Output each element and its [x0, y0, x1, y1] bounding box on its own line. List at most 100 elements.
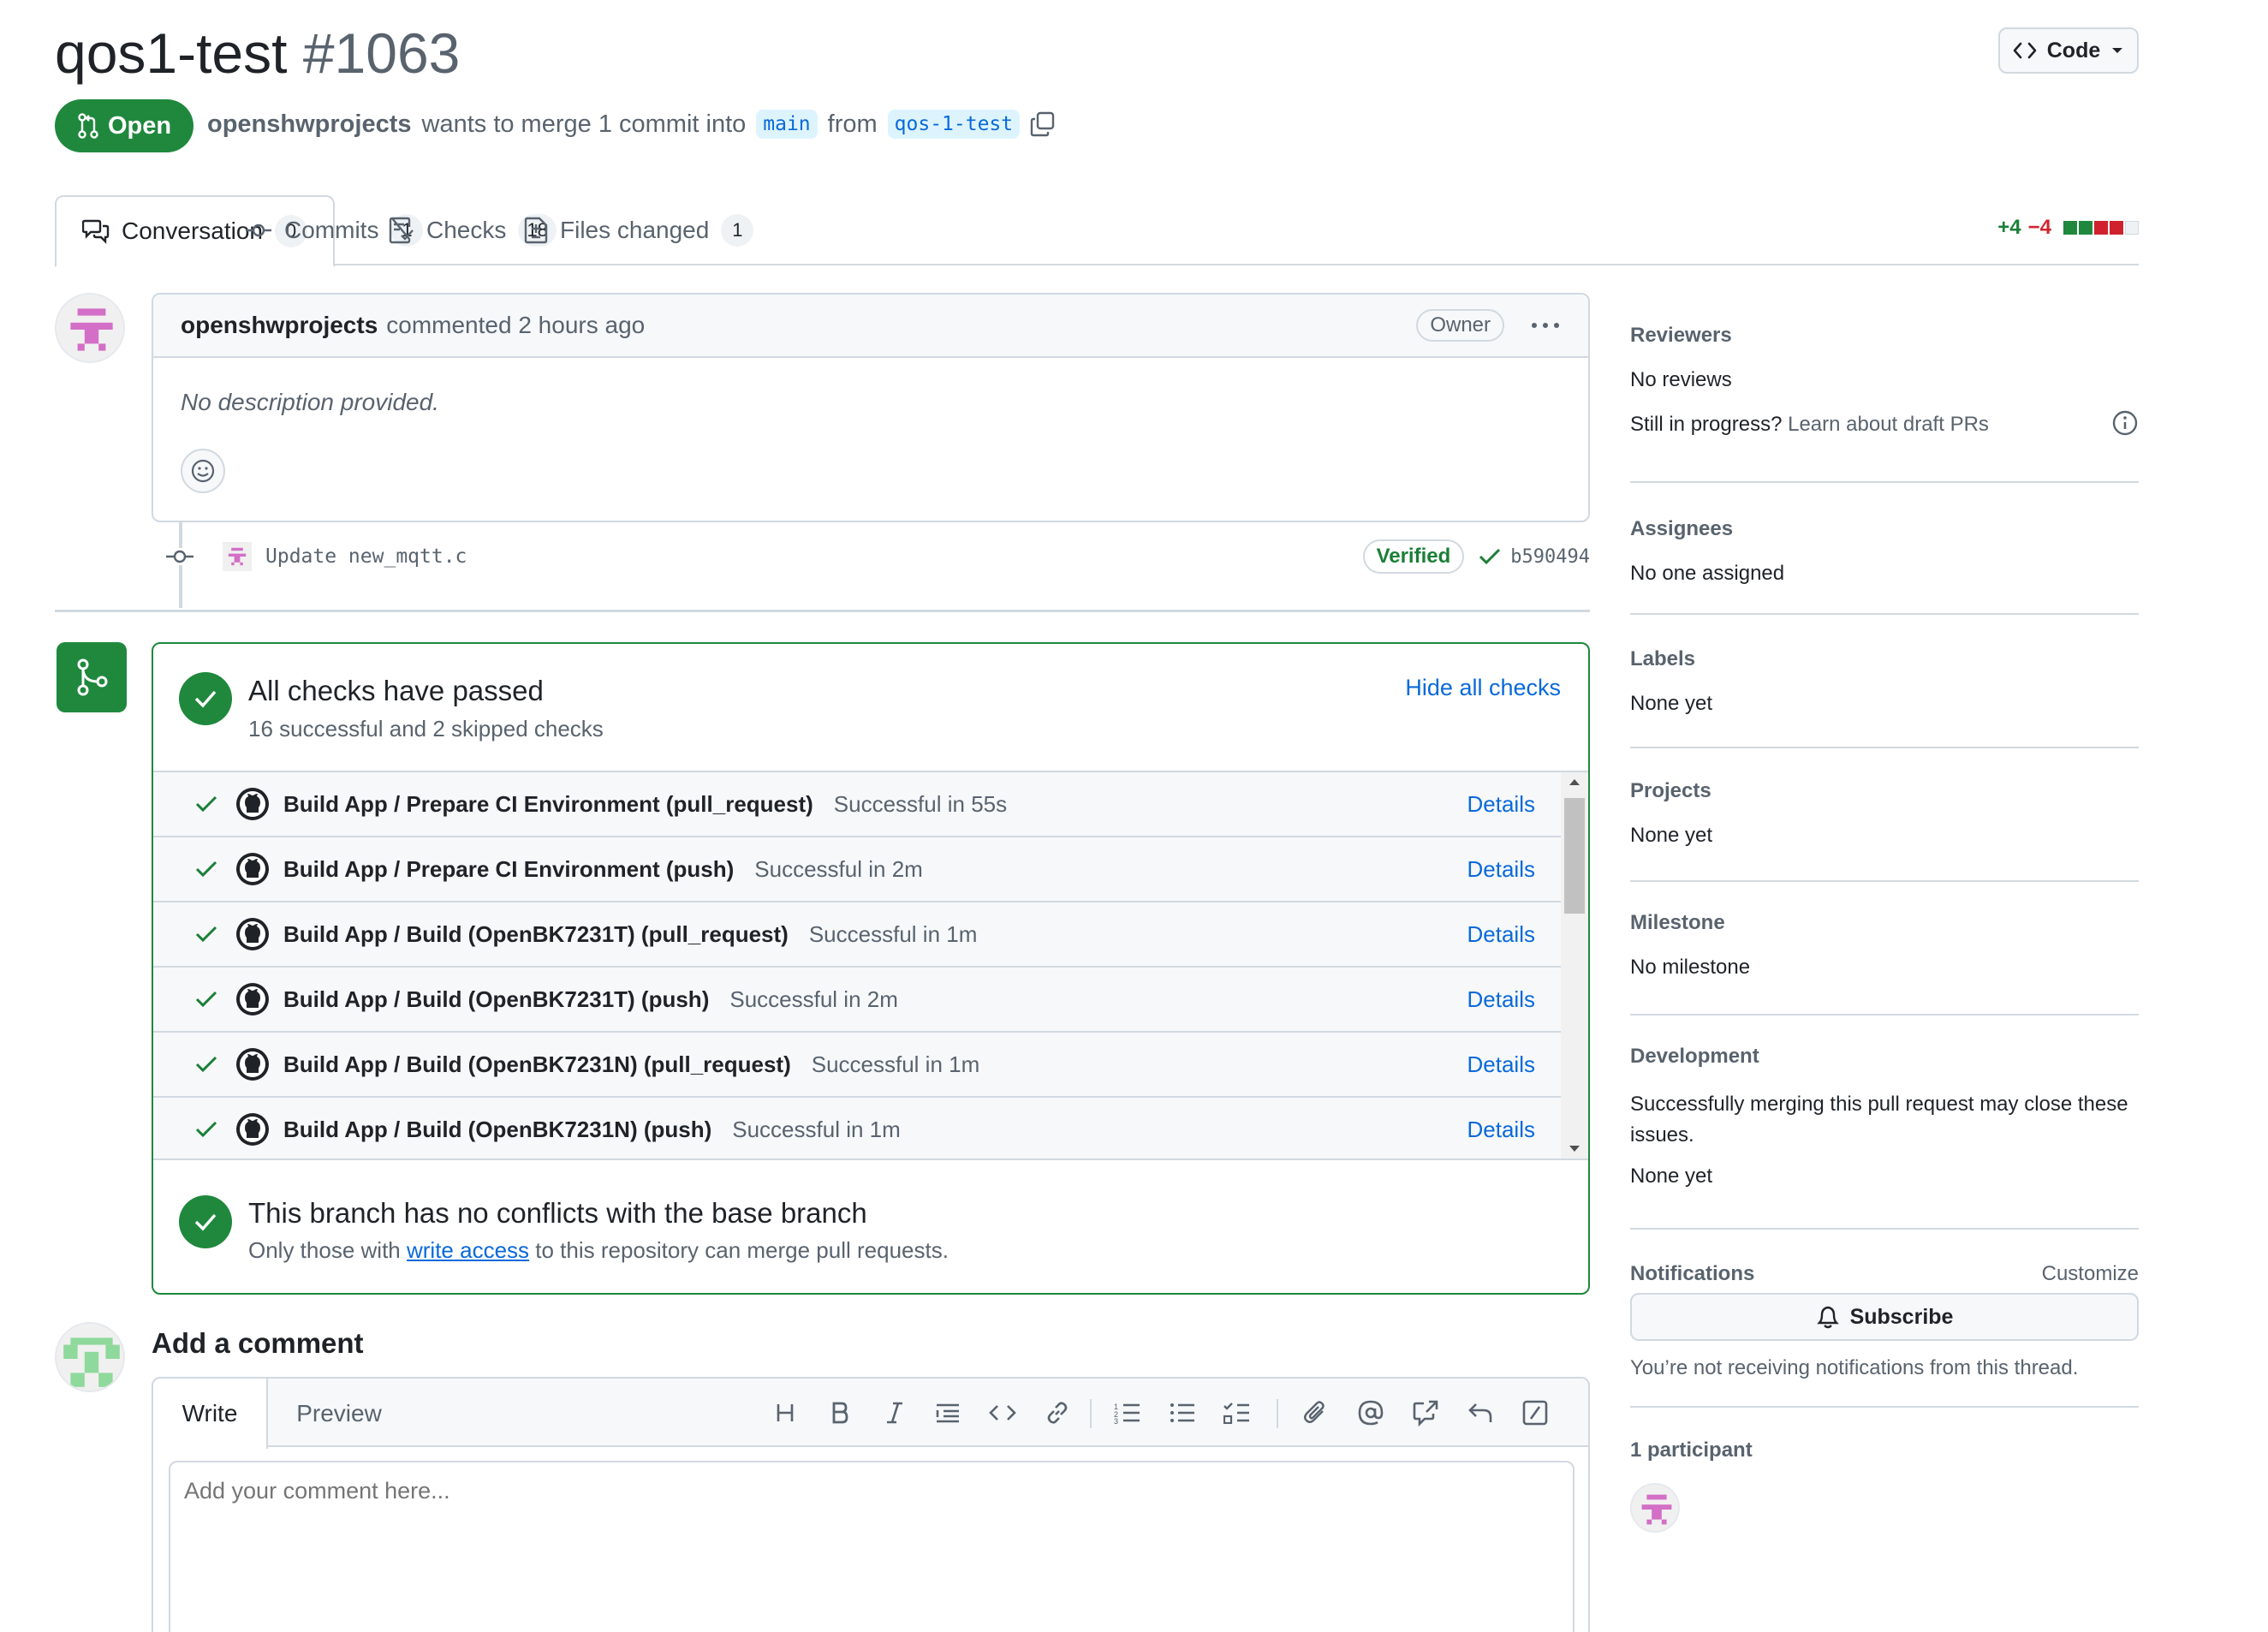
bold-icon[interactable] [824, 1397, 855, 1428]
slash-command-icon[interactable] [1520, 1397, 1551, 1428]
check-name: Build App / Build (OpenBK7231N) (push) [283, 1116, 712, 1142]
copy-icon[interactable] [1030, 111, 1056, 137]
checks-summary-subtitle: 16 successful and 2 skipped checks [248, 716, 604, 742]
italic-icon[interactable] [879, 1397, 910, 1428]
merge-box-icon [57, 642, 127, 712]
draft-question: Still in progress? [1630, 413, 1783, 436]
draft-prs-link[interactable]: Learn about draft PRs [1788, 413, 1989, 436]
check-details-link[interactable]: Details [1467, 791, 1535, 818]
code-icon [2013, 41, 2037, 60]
write-tab[interactable]: Write [153, 1379, 268, 1449]
check-row: Build App / Prepare CI Environment (push… [153, 837, 1561, 902]
no-conflicts-icon [179, 1195, 232, 1248]
unordered-list-icon[interactable] [1167, 1397, 1198, 1428]
no-conflicts-title: This branch has no conflicts with the ba… [248, 1197, 867, 1229]
heading-icon[interactable] [770, 1397, 801, 1428]
hide-all-checks-link[interactable]: Hide all checks [1405, 675, 1561, 701]
milestone-value: No milestone [1630, 956, 1751, 979]
pr-author-link[interactable]: openshwprojects [207, 110, 412, 139]
comment-timestamp[interactable]: commented 2 hours ago [386, 312, 645, 339]
quote-icon[interactable] [932, 1397, 963, 1428]
check-details-link[interactable]: Details [1467, 921, 1535, 948]
from-text: from [827, 110, 878, 138]
projects-heading[interactable]: Projects [1630, 779, 1711, 803]
timeline-divider [55, 610, 1590, 612]
check-status: Successful in 1m [811, 1051, 980, 1077]
cross-reference-icon[interactable] [1410, 1397, 1441, 1428]
commit-message-link[interactable]: Update new_mqtt.c [265, 545, 467, 568]
task-list-icon[interactable] [1222, 1397, 1253, 1428]
code-button[interactable]: Code [1998, 27, 2139, 74]
development-value: None yet [1630, 1164, 1713, 1188]
pr-title: qos1-test [55, 21, 288, 85]
verified-badge[interactable]: Verified [1362, 539, 1465, 574]
notifications-note: You’re not receiving notifications from … [1630, 1356, 2079, 1379]
owner-badge: Owner [1416, 309, 1504, 342]
pr-state-badge: Open [55, 99, 193, 152]
write-access-link[interactable]: write access [407, 1237, 529, 1263]
tab-label: Files changed [560, 217, 710, 243]
scroll-up-arrow-icon[interactable] [1569, 777, 1580, 786]
commit-author-avatar[interactable] [223, 542, 252, 571]
add-reaction-button[interactable] [181, 449, 225, 493]
comment-author-link[interactable]: openshwprojects [181, 312, 378, 339]
base-branch[interactable]: main [756, 110, 818, 139]
check-details-link[interactable]: Details [1467, 856, 1535, 883]
github-actions-icon [235, 982, 270, 1016]
sidebar-reviewers: Reviewers No reviews Still in progress? … [1630, 308, 2139, 483]
participant-avatar[interactable] [1630, 1483, 1680, 1533]
kebab-horizontal-icon[interactable] [1530, 321, 1561, 330]
checks-scrollbar[interactable] [1561, 772, 1588, 1158]
preview-tab[interactable]: Preview [268, 1379, 410, 1449]
comment-textarea[interactable] [169, 1461, 1575, 1632]
paperclip-icon[interactable] [1301, 1397, 1331, 1428]
scroll-down-arrow-icon[interactable] [1569, 1145, 1580, 1153]
preview-tab-label: Preview [296, 1400, 382, 1427]
check-icon [194, 990, 218, 1009]
mention-icon[interactable] [1355, 1397, 1386, 1428]
labels-heading[interactable]: Labels [1630, 647, 1695, 671]
page-title: qos1-test #1063 [55, 21, 460, 86]
development-heading[interactable]: Development [1630, 1045, 1759, 1069]
git-merge-icon [74, 658, 109, 697]
subscribe-label: Subscribe [1849, 1304, 1954, 1329]
development-text: Successfully merging this pull request m… [1630, 1093, 2128, 1147]
smiley-icon [190, 458, 216, 484]
labels-value: None yet [1630, 692, 1713, 715]
reply-icon[interactable] [1465, 1397, 1496, 1428]
customize-link[interactable]: Customize [2042, 1262, 2139, 1286]
github-actions-icon [235, 1112, 270, 1147]
head-branch[interactable]: qos-1-test [887, 110, 1021, 139]
code-icon[interactable] [987, 1397, 1018, 1428]
commit-sha-link[interactable]: b590494 [1510, 546, 1590, 568]
merge-box: All checks have passed 16 successful and… [152, 642, 1590, 1295]
check-details-link[interactable]: Details [1467, 986, 1535, 1013]
link-icon[interactable] [1042, 1397, 1073, 1428]
current-user-avatar[interactable] [55, 1322, 125, 1392]
scroll-thumb[interactable] [1564, 798, 1585, 914]
milestone-heading[interactable]: Milestone [1630, 911, 1725, 935]
notifications-heading: Notifications [1630, 1262, 1755, 1285]
author-avatar[interactable] [55, 293, 125, 363]
toolbar-divider [1277, 1399, 1278, 1428]
git-pull-request-icon [77, 113, 99, 139]
info-icon[interactable] [2111, 409, 2139, 437]
github-actions-icon [235, 917, 270, 951]
ordered-list-icon[interactable]: 123 [1112, 1397, 1143, 1428]
assignees-value: No one assigned [1630, 562, 1785, 585]
editor-toolbar: Write Preview 123 [153, 1379, 1588, 1449]
check-status: Successful in 1m [732, 1116, 901, 1142]
check-details-link[interactable]: Details [1467, 1051, 1535, 1078]
projects-value: None yet [1630, 824, 1713, 847]
check-icon [194, 925, 218, 944]
assignees-heading[interactable]: Assignees [1630, 517, 1733, 541]
note-text: to this repository can merge pull reques… [535, 1237, 949, 1263]
comment-editor: Write Preview 123 [152, 1377, 1590, 1632]
tab-files-changed[interactable]: Files changed 1 [498, 195, 779, 265]
check-status: Successful in 2m [729, 986, 898, 1012]
subscribe-button[interactable]: Subscribe [1630, 1293, 2139, 1341]
diffstat: +4 −4 [1997, 216, 2139, 240]
check-details-link[interactable]: Details [1467, 1117, 1535, 1143]
reviewers-heading[interactable]: Reviewers [1630, 324, 1732, 348]
draft-pr-note: Still in progress? Learn about draft PRs [1630, 413, 1989, 437]
